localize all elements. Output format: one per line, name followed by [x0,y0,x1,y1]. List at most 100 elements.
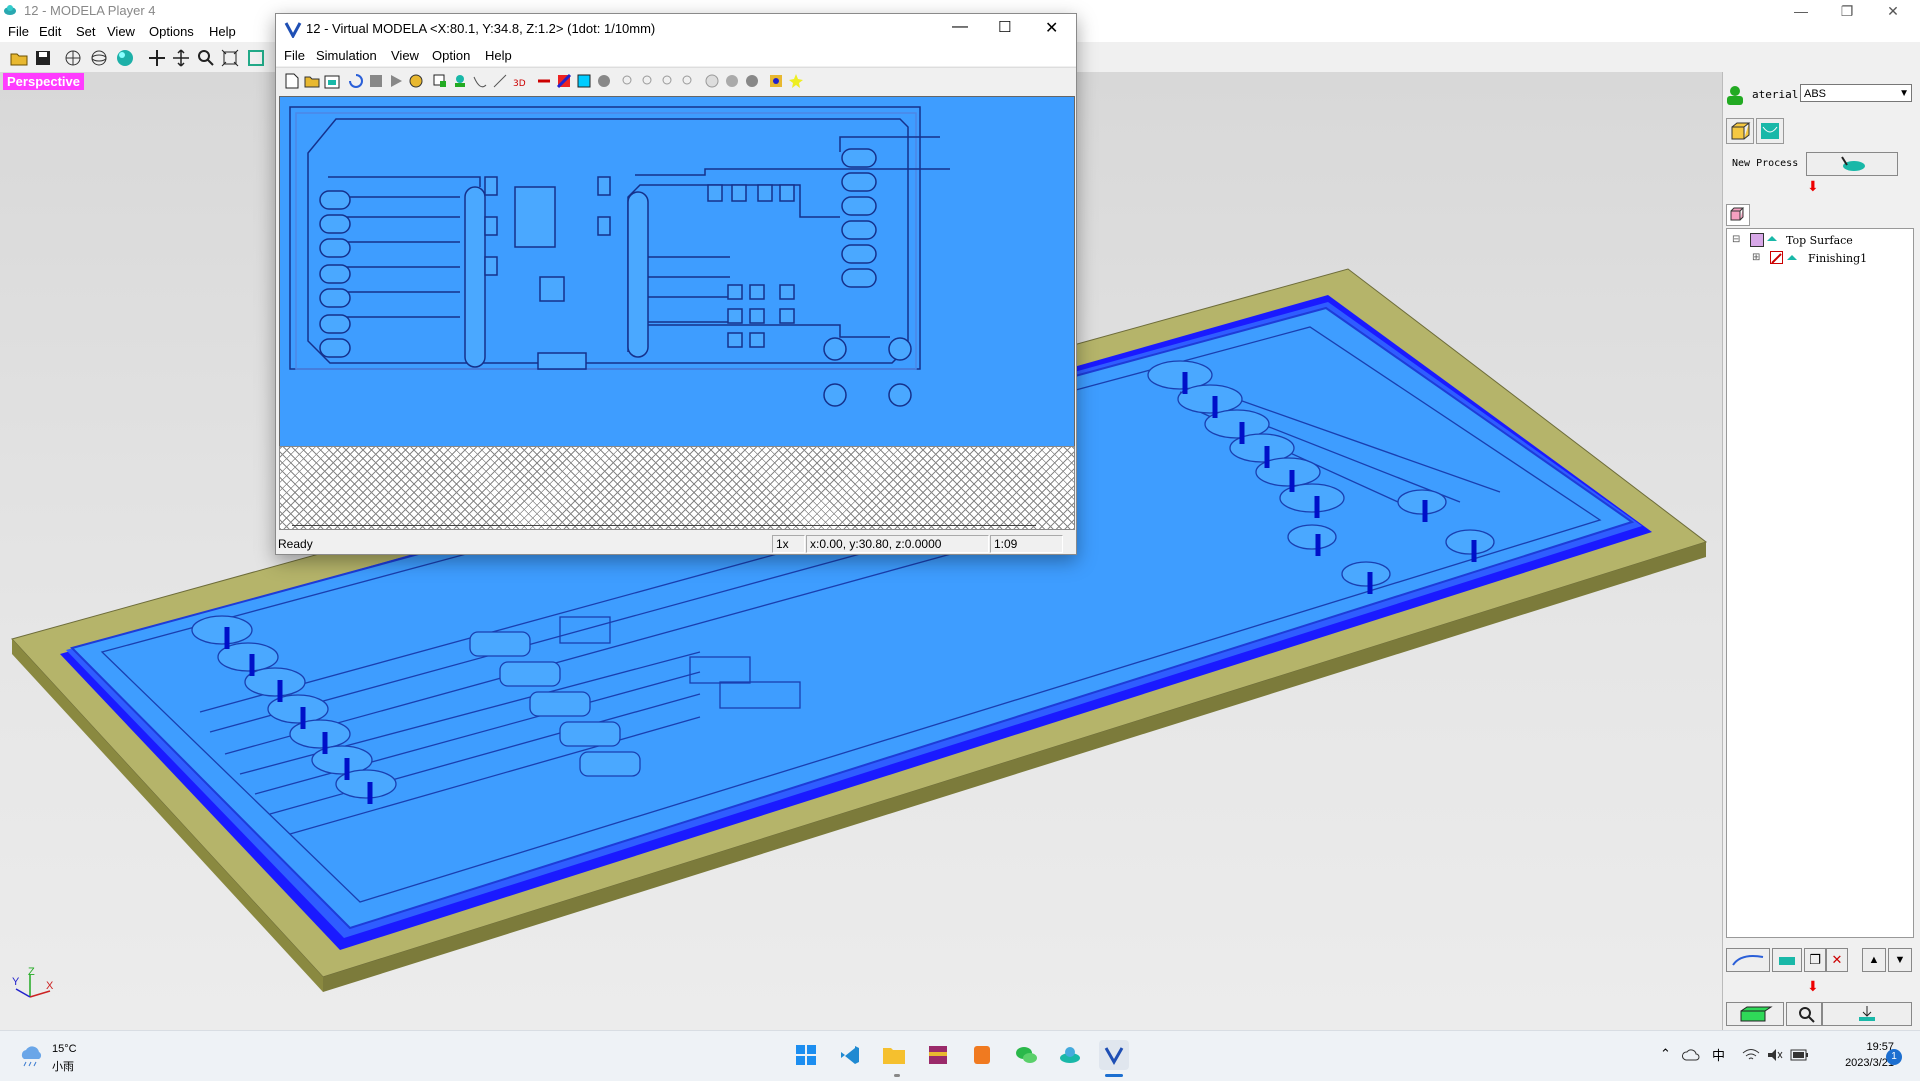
move-icon[interactable] [171,48,191,68]
zoom-all-icon[interactable] [678,71,698,91]
open-folder-icon[interactable] [9,48,29,68]
vm-menu-simulation[interactable]: Simulation [316,48,377,63]
highlight-icon[interactable] [786,71,806,91]
light-1-icon[interactable] [702,71,722,91]
stock-box-icon[interactable] [1726,118,1754,144]
material-icon[interactable] [1724,84,1748,106]
color-icon[interactable] [554,71,574,91]
modeling-form-icon[interactable] [1756,118,1784,144]
red-arrow-icon: ⬇ [1807,178,1819,194]
weather-cloud-icon[interactable] [18,1043,46,1067]
start-simulation-icon[interactable] [346,71,366,91]
pan-icon[interactable] [147,48,167,68]
finishing-check-icon[interactable] [1770,251,1783,264]
dialog-close-button[interactable]: ✕ [1045,18,1058,38]
zoom-icon[interactable] [196,48,216,68]
view-line-icon[interactable] [490,71,510,91]
effects-icon[interactable] [766,71,786,91]
shaded-sphere-icon[interactable] [115,48,135,68]
open-file-icon[interactable] [302,71,322,91]
winrar-icon[interactable] [923,1040,953,1070]
output-button[interactable] [1822,1002,1912,1026]
menu-options[interactable]: Options [149,24,194,39]
zoom-in-icon[interactable] [618,71,638,91]
view-top-icon[interactable] [430,71,450,91]
dialog-maximize-button[interactable]: ☐ [998,18,1011,36]
tool-path-icon [1841,156,1865,171]
copy-process-button[interactable]: ❐ [1804,948,1826,972]
new-file-icon[interactable] [282,71,302,91]
zoom-fit-icon[interactable] [658,71,678,91]
battery-icon[interactable] [1790,1047,1810,1063]
menu-set[interactable]: Set [76,24,96,39]
cut-button[interactable] [1726,1002,1784,1026]
move-up-button[interactable]: ▲ [1862,948,1886,972]
edit-process-button[interactable] [1772,948,1802,972]
process-tree[interactable] [1726,228,1914,938]
chevron-down-icon: ▼ [1899,88,1909,99]
material-removal-icon[interactable] [534,71,554,91]
office-app-icon[interactable] [967,1040,997,1070]
light-2-icon[interactable] [722,71,742,91]
menu-view[interactable]: View [107,24,135,39]
minimize-button[interactable]: — [1778,0,1824,22]
vm-menu-help[interactable]: Help [485,48,512,63]
view-3d-icon[interactable]: 3D [510,71,530,91]
file-explorer-icon[interactable] [879,1040,909,1070]
dialog-minimize-button[interactable]: — [952,18,968,36]
menu-help[interactable]: Help [209,24,236,39]
tree-expand-icon[interactable]: ⊞ [1752,252,1760,263]
notification-badge[interactable]: 1 [1886,1049,1902,1065]
vm-menu-option[interactable]: Option [432,48,470,63]
import-icon[interactable] [322,71,342,91]
view-curve-icon[interactable] [470,71,490,91]
speaker-muted-icon[interactable] [1766,1047,1784,1063]
windows-taskbar [0,1030,1920,1081]
tree-tab-icon[interactable] [1726,204,1750,226]
tree-item-top-surface[interactable]: Top Surface [1786,234,1853,247]
view-mode-label: Perspective [3,73,84,90]
orbit-view-icon[interactable] [89,48,109,68]
section-baseline [292,525,1036,526]
close-button[interactable]: ✕ [1870,0,1916,22]
zoom-out-icon[interactable] [638,71,658,91]
preview-cutting-button[interactable] [1786,1002,1822,1026]
step-icon[interactable] [406,71,426,91]
move-down-button[interactable]: ▼ [1888,948,1912,972]
wifi-icon[interactable] [1742,1047,1760,1063]
stop-icon[interactable] [366,71,386,91]
active-app-indicator [1105,1074,1123,1077]
virtual-modela-window[interactable]: 12 - Virtual MODELA <X:80.1, Y:34.8, Z:1… [275,13,1077,555]
view-iso-icon[interactable] [450,71,470,91]
menu-file[interactable]: File [8,24,29,39]
tree-collapse-icon[interactable]: ⊟ [1732,234,1740,245]
restore-button[interactable]: ❐ [1824,0,1870,22]
vm-menu-file[interactable]: File [284,48,305,63]
onedrive-icon[interactable] [1682,1048,1700,1062]
modela-player-taskbar-icon[interactable] [1055,1040,1085,1070]
status-zoom: 1x [772,535,805,553]
stock-node-icon [1750,233,1764,247]
tree-item-finishing1[interactable]: Finishing1 [1808,252,1867,265]
fit-view-icon[interactable] [220,48,240,68]
vm-menu-view[interactable]: View [391,48,419,63]
menu-edit[interactable]: Edit [39,24,61,39]
new-process-button[interactable] [1806,152,1898,176]
material-select[interactable]: ABS ▼ [1800,84,1912,102]
wechat-icon[interactable] [1011,1040,1041,1070]
save-icon[interactable] [33,48,53,68]
shading-icon[interactable] [574,71,594,91]
play-icon[interactable] [386,71,406,91]
light-3-icon[interactable] [742,71,762,91]
chevron-up-icon[interactable]: ⌃ [1660,1046,1671,1062]
tool-path-preview-button[interactable] [1726,948,1770,972]
vscode-icon[interactable] [835,1040,865,1070]
virtual-modela-taskbar-icon[interactable] [1099,1040,1129,1070]
zoom-box-icon[interactable] [246,48,266,68]
delete-process-button[interactable]: ✕ [1826,948,1848,972]
windows-start-icon[interactable] [791,1040,821,1070]
ime-indicator[interactable]: 中 [1712,1045,1725,1064]
sphere-icon[interactable] [594,71,614,91]
clock-date[interactable]: 2023/3/21 [1822,1057,1894,1069]
rotate-view-icon[interactable] [63,48,83,68]
